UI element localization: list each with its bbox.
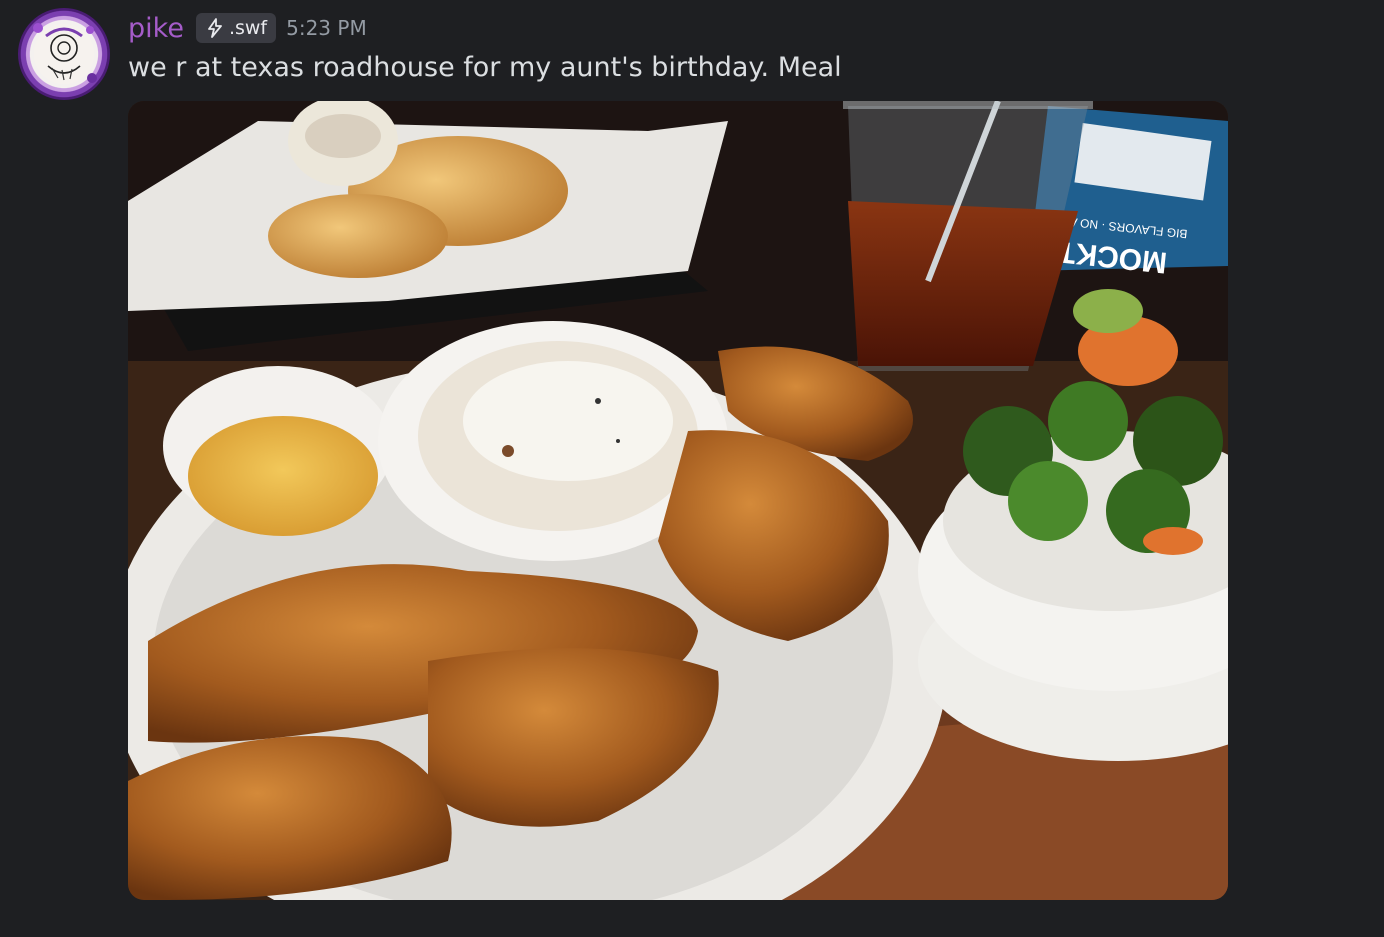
message-timestamp[interactable]: 5:23 PM — [286, 16, 367, 40]
lightning-bolt-icon — [208, 18, 222, 38]
user-avatar[interactable] — [18, 8, 110, 100]
username[interactable]: pike — [128, 13, 184, 44]
message-content: we r at texas roadhouse for my aunt's bi… — [128, 52, 842, 83]
user-tag-text: .swf — [228, 17, 268, 39]
image-attachment[interactable]: MOCKTA BIG FLAVORS · NO AL — [128, 101, 1228, 900]
user-tag-badge[interactable]: .swf — [195, 13, 277, 43]
avatar-drawing — [33, 23, 97, 84]
chat-message: pike .swf 5:23 PM we r at texas roadhous… — [0, 0, 1384, 937]
message-header: pike .swf 5:23 PM — [128, 10, 367, 46]
meal-photo: MOCKTA BIG FLAVORS · NO AL — [128, 101, 1228, 900]
